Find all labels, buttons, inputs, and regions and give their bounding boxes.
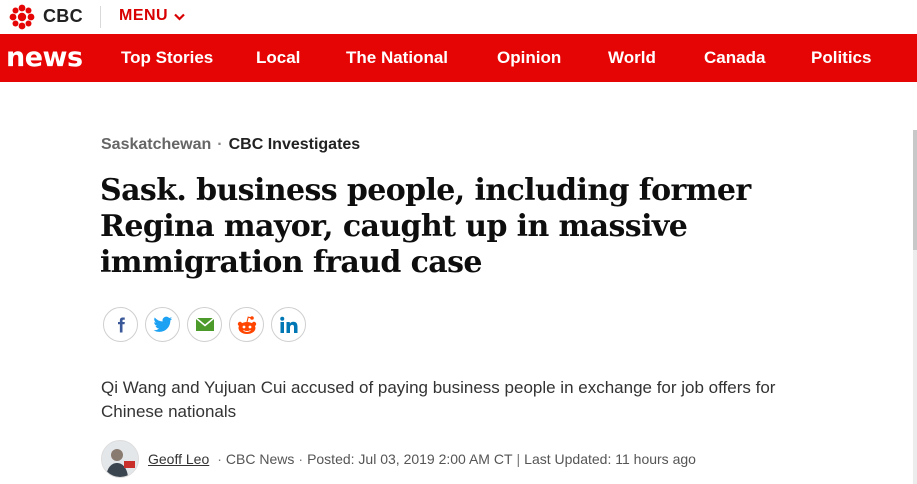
- article-deck: Qi Wang and Yujuan Cui accused of paying…: [101, 378, 776, 421]
- share-reddit-button[interactable]: [229, 307, 264, 342]
- topbar-divider: [100, 6, 101, 28]
- share-twitter-button[interactable]: [145, 307, 180, 342]
- byline-divider: |: [516, 451, 521, 467]
- cbc-gem-logo-icon[interactable]: [8, 4, 36, 30]
- twitter-icon: [152, 316, 172, 332]
- menu-label: MENU: [119, 7, 169, 24]
- share-facebook-button[interactable]: [103, 307, 138, 342]
- email-icon: [194, 317, 215, 331]
- nav-item-top-stories[interactable]: Top Stories: [121, 48, 213, 68]
- cbc-brand-text[interactable]: CBC: [43, 6, 83, 27]
- nav-item-canada[interactable]: Canada: [704, 48, 765, 68]
- breadcrumb-section-link[interactable]: Saskatchewan: [101, 136, 211, 153]
- byline-updated: Last Updated: 11 hours ago: [524, 451, 696, 467]
- nav-item-world[interactable]: World: [608, 48, 656, 68]
- byline-posted: Posted: Jul 03, 2019 2:00 AM CT: [307, 451, 513, 467]
- share-email-button[interactable]: [187, 307, 222, 342]
- author-avatar[interactable]: [101, 440, 139, 478]
- breadcrumb-separator: ·: [217, 136, 223, 153]
- byline-dot-2: ·: [298, 451, 304, 467]
- person-photo-icon: [102, 441, 138, 477]
- breadcrumb-subsection-link[interactable]: CBC Investigates: [229, 136, 361, 153]
- nav-item-local[interactable]: Local: [256, 48, 300, 68]
- news-wordmark[interactable]: news: [6, 42, 83, 73]
- byline-dot: ·: [217, 451, 222, 467]
- breadcrumb: Saskatchewan · CBC Investigates: [101, 136, 360, 154]
- page-scrollbar-thumb[interactable]: [913, 130, 917, 250]
- byline-outlet: CBC News: [225, 451, 295, 467]
- menu-button[interactable]: MENU: [119, 7, 185, 25]
- facebook-icon: [117, 317, 125, 332]
- reddit-icon: [237, 315, 256, 334]
- nav-item-opinion[interactable]: Opinion: [497, 48, 561, 68]
- author-link[interactable]: Geoff Leo: [148, 451, 209, 467]
- share-bar: [103, 307, 306, 342]
- byline: Geoff Leo · CBC News · Posted: Jul 03, 2…: [101, 440, 696, 478]
- nav-item-politics[interactable]: Politics: [811, 48, 871, 68]
- main-nav: news Top Stories Local The National Opin…: [0, 34, 917, 82]
- chevron-down-icon: [174, 13, 185, 21]
- nav-item-the-national[interactable]: The National: [346, 48, 448, 68]
- top-bar: CBC MENU: [0, 0, 917, 34]
- share-linkedin-button[interactable]: [271, 307, 306, 342]
- article-headline: Sask. business people, including former …: [100, 173, 751, 280]
- linkedin-icon: [279, 316, 297, 333]
